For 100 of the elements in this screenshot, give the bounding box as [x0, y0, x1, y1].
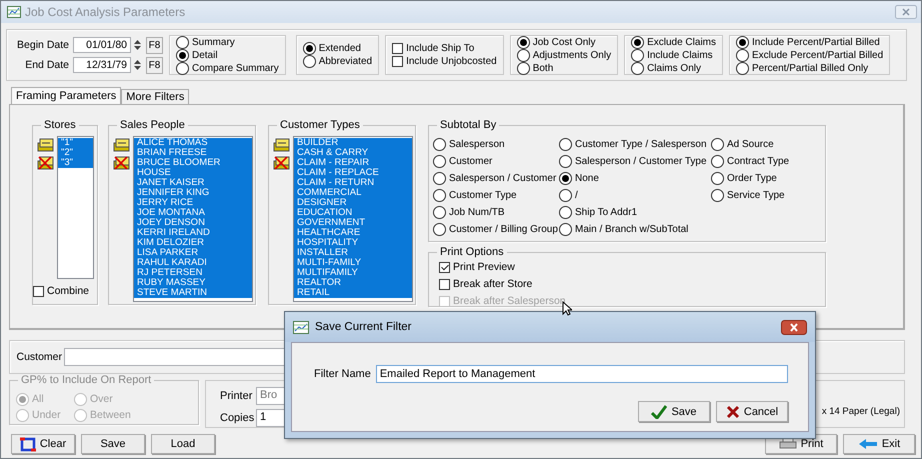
spinner-icon[interactable]	[133, 38, 142, 52]
date-field[interactable]: 01/01/80	[73, 37, 131, 53]
stack-icon[interactable]	[273, 138, 291, 152]
radio-button[interactable]: Exclude Claims	[631, 36, 716, 48]
list-item[interactable]: GOVERNMENT	[294, 218, 412, 228]
list-item[interactable]: MULTI-FAMILY	[294, 258, 412, 268]
list-item[interactable]: RUBY MASSEY	[134, 278, 252, 288]
filter-name-field[interactable]: Emailed Report to Management	[376, 365, 788, 383]
radio-button[interactable]: Ad Source	[711, 136, 774, 153]
list-item[interactable]: MULTIFAMILY	[294, 268, 412, 278]
list-item[interactable]: BUILDER	[294, 138, 412, 148]
radio-button[interactable]: Summary	[176, 36, 235, 48]
list-box[interactable]: BUILDER CASH & CARRY CLAIM - REPAIR CLAIM - REPLACE CLAIM - RETURN COMMERCIAL DESIGNER EDUCATION GOVERNMENT HEALTHCARE HOSPITALITY INSTALLER MULTI-FAMILY MULTIFAMILY REALTOR RETAIL	[293, 136, 413, 302]
list-item[interactable]: HOUSE	[134, 168, 252, 178]
chart-icon	[7, 6, 21, 18]
radio-button[interactable]: Ship To Addr1	[559, 204, 638, 221]
date-field[interactable]: 12/31/79	[73, 57, 131, 73]
list-item[interactable]: ALICE THOMAS	[134, 138, 252, 148]
list-item[interactable]: JENNIFER KING	[134, 188, 252, 198]
date-label: End Date	[24, 59, 69, 71]
list-item[interactable]: CLAIM - REPAIR	[294, 158, 412, 168]
radio-button[interactable]: Order Type	[711, 170, 777, 187]
stack-icon[interactable]	[37, 138, 55, 152]
list-box[interactable]: ALICE THOMAS BRIAN FREESE BRUCE BLOOMER HOUSE JANET KAISER JENNIFER KING JERRY RICE JOE MONTANA JOEY DENSON KERRI IRELAND KIM DELOZIER LISA PARKER RAHUL KARADI RJ PETERSEN RUBY MASSEY STEVE MARTIN	[133, 136, 253, 302]
list-item[interactable]: EDUCATION	[294, 208, 412, 218]
checkbox[interactable]: Print Preview	[439, 261, 825, 274]
list-item[interactable]: JOE MONTANA	[134, 208, 252, 218]
stack-icon[interactable]	[113, 138, 131, 152]
radio-button[interactable]: Customer	[433, 153, 492, 170]
radio-button[interactable]: Contract Type	[711, 153, 790, 170]
list-item[interactable]: KERRI IRELAND	[134, 228, 252, 238]
crossed-stack-icon[interactable]	[273, 156, 291, 170]
list-item[interactable]: JANET KAISER	[134, 178, 252, 188]
radio-button[interactable]: Detail	[176, 48, 218, 62]
list-item[interactable]: CLAIM - RETURN	[294, 178, 412, 188]
crossed-stack-icon[interactable]	[113, 156, 131, 170]
list-item[interactable]: HOSPITALITY	[294, 238, 412, 248]
list-item[interactable]: STEVE MARTIN	[134, 288, 252, 298]
list-item[interactable]: REALTOR	[294, 278, 412, 288]
action-button[interactable]: Load	[151, 434, 215, 454]
radio-button[interactable]: None	[559, 170, 599, 187]
list-item[interactable]: RETAIL	[294, 288, 412, 298]
radio-button[interactable]: Extended	[302, 42, 361, 55]
tab[interactable]: More Filters	[121, 89, 190, 104]
checkbox[interactable]: Break after Store	[439, 278, 825, 291]
list-item[interactable]: "2"	[58, 148, 93, 158]
paper-size-text: x 14 Paper (Legal)	[822, 406, 900, 417]
f8-button[interactable]: F8	[146, 36, 163, 54]
list-item[interactable]: JOEY DENSON	[134, 218, 252, 228]
spinner-icon[interactable]	[133, 58, 142, 72]
radio-button[interactable]: Exclude Percent/Partial Billed	[736, 48, 884, 62]
radio-button[interactable]: Adjustments Only	[516, 48, 612, 62]
action-button[interactable]: Exit	[843, 434, 915, 454]
list-item[interactable]: INSTALLER	[294, 248, 412, 258]
check-icon	[651, 404, 668, 418]
radio-button[interactable]: Customer Type	[433, 187, 517, 204]
list-item[interactable]: DESIGNER	[294, 198, 412, 208]
group-label: Print Options	[437, 246, 507, 258]
radio-button[interactable]: Claims Only	[631, 62, 701, 74]
crossed-stack-icon[interactable]	[37, 156, 55, 170]
action-button[interactable]: Save	[81, 434, 145, 454]
radio-button[interactable]: Both	[516, 62, 554, 74]
f8-button[interactable]: F8	[146, 56, 163, 74]
radio-button[interactable]: Salesperson / Customer Type	[559, 153, 707, 170]
list-item[interactable]: CLAIM - REPLACE	[294, 168, 412, 178]
radio-button[interactable]: Service Type	[711, 187, 785, 204]
list-item[interactable]: "1"	[58, 138, 93, 148]
list-item[interactable]: RJ PETERSEN	[134, 268, 252, 278]
radio-button[interactable]: Percent/Partial Billed Only	[736, 62, 868, 74]
list-item[interactable]: JERRY RICE	[134, 198, 252, 208]
list-item[interactable]: COMMERCIAL	[294, 188, 412, 198]
checkbox[interactable]: Combine	[33, 285, 90, 298]
list-item[interactable]: BRIAN FREESE	[134, 148, 252, 158]
list-item[interactable]: HEALTHCARE	[294, 228, 412, 238]
dialog-button[interactable]: Cancel	[716, 401, 788, 422]
list-item[interactable]: RAHUL KARADI	[134, 258, 252, 268]
tab[interactable]: Framing Parameters	[11, 87, 122, 104]
radio-button[interactable]: Job Num/TB	[433, 204, 505, 221]
radio-button[interactable]: Customer / Billing Group	[433, 221, 558, 238]
radio-button[interactable]: Salesperson	[433, 136, 505, 153]
dialog-button[interactable]: Save	[638, 401, 710, 422]
radio-button[interactable]: Include Percent/Partial Billed	[736, 36, 880, 48]
list-item[interactable]: KIM DELOZIER	[134, 238, 252, 248]
radio-button[interactable]: Include Claims	[631, 48, 713, 62]
radio-button[interactable]: Main / Branch w/SubTotal	[559, 221, 688, 238]
list-box[interactable]: "1" "2" "3"	[57, 136, 94, 279]
radio-button[interactable]: Job Cost Only	[516, 36, 596, 48]
group-label: Subtotal By	[437, 119, 500, 131]
list-item[interactable]: CASH & CARRY	[294, 148, 412, 158]
list-item[interactable]: BRUCE BLOOMER	[134, 158, 252, 168]
action-button[interactable]: Clear	[11, 434, 75, 454]
radio-button[interactable]: Abbreviated	[302, 55, 372, 68]
list-item[interactable]: "3"	[58, 158, 93, 168]
list-item[interactable]: LISA PARKER	[134, 248, 252, 258]
checkbox[interactable]: Include Ship To	[392, 42, 474, 55]
checkbox[interactable]: Include Unjobcosted	[392, 55, 497, 68]
close-icon[interactable]	[781, 320, 807, 334]
radio-button[interactable]: Compare Summary	[176, 62, 279, 74]
radio-button[interactable]: Customer Type / Salesperson	[559, 136, 707, 153]
radio-button[interactable]: Salesperson / Customer	[433, 170, 556, 187]
